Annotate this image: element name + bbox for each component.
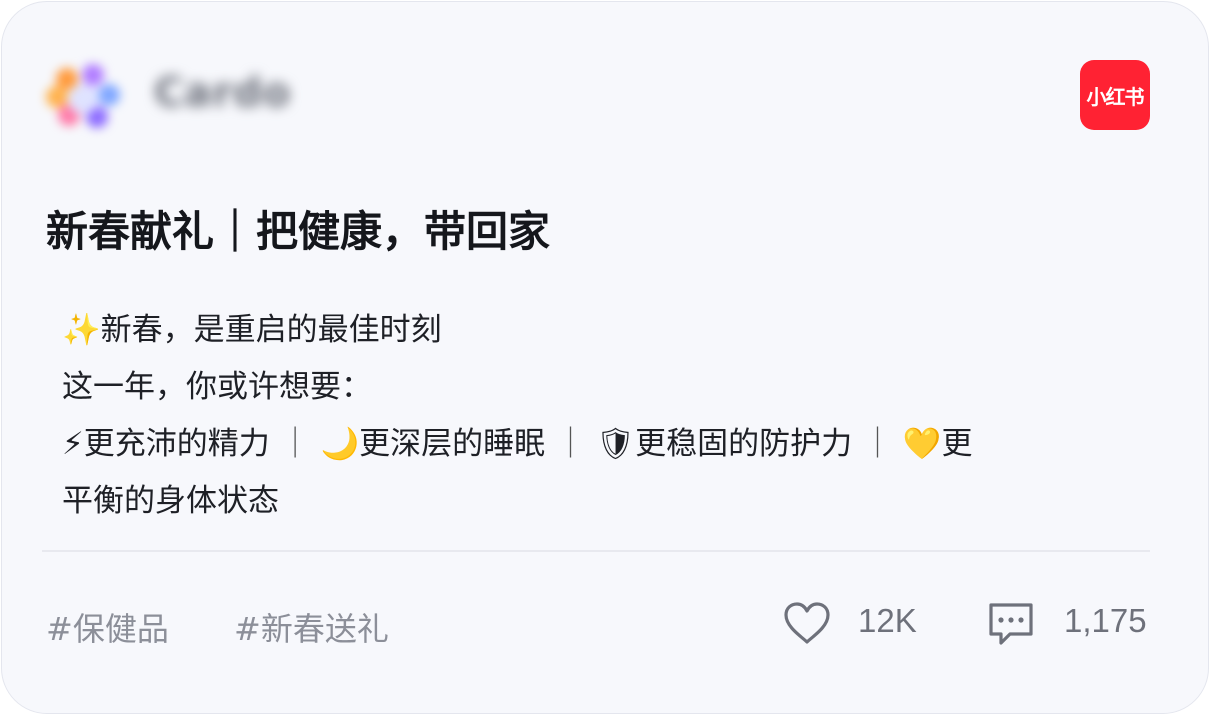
- heart-icon[interactable]: [782, 600, 832, 648]
- benefit-balance-start: 💛更: [902, 426, 973, 462]
- body-line-1: ✨新春，是重启的最佳时刻: [62, 312, 442, 348]
- body-line-2: 这一年，你或许想要：: [62, 369, 372, 405]
- separator: ｜: [279, 426, 321, 462]
- hashtag-health-supplements[interactable]: #保健品: [46, 604, 169, 650]
- post-body: ✨新春，是重启的最佳时刻 这一年，你或许想要： ⚡更充沛的精力 ｜ 🌙更深层的睡…: [62, 302, 1147, 530]
- separator: ｜: [862, 426, 903, 462]
- post-card: Cardo 小红书 新春献礼｜把健康，带回家 ✨新春，是重启的最佳时刻 这一年，…: [1, 1, 1209, 714]
- brand-logo: [46, 62, 122, 134]
- post-title: 新春献礼｜把健康，带回家: [46, 207, 551, 256]
- divider: [42, 550, 1150, 552]
- benefit-immunity: 🛡更稳固的防护力: [595, 426, 853, 462]
- xiaohongshu-logo-badge: 小红书: [1080, 60, 1150, 130]
- brand-name: Cardo: [154, 70, 292, 116]
- body-line-4: 平衡的身体状态: [62, 483, 279, 519]
- post-footer: #保健品 #新春送礼 12K 1,175: [46, 594, 1150, 654]
- comment-count: 1,175: [1064, 602, 1147, 639]
- benefit-sleep: 🌙更深层的睡眠: [320, 426, 546, 462]
- comment-icon[interactable]: [986, 600, 1036, 648]
- separator: ｜: [554, 426, 596, 462]
- like-count: 12K: [858, 602, 917, 639]
- body-line-3: ⚡更充沛的精力 ｜ 🌙更深层的睡眠 ｜ 🛡更稳固的防护力 ｜ 💛更: [62, 416, 1147, 473]
- benefit-energy: ⚡更充沛的精力: [62, 426, 270, 462]
- post-header: Cardo 小红书: [46, 60, 1154, 132]
- hashtag-new-year-gifts[interactable]: #新春送礼: [234, 604, 389, 650]
